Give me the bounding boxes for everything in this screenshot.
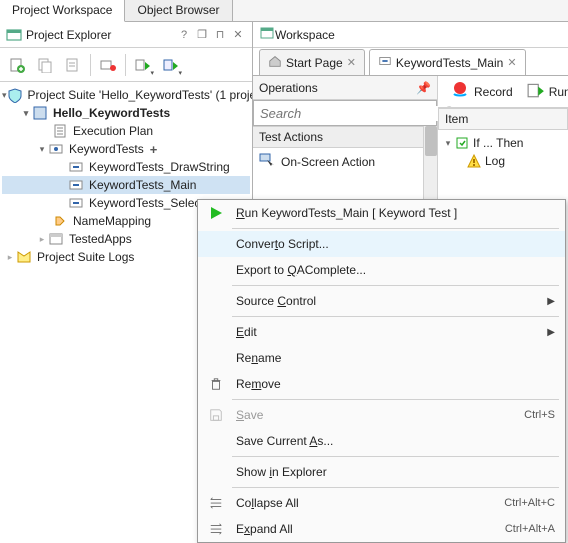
explorer-icon	[6, 27, 22, 43]
record-icon	[450, 80, 470, 103]
pin-button[interactable]: ⊓	[212, 27, 228, 43]
close-tab-icon[interactable]: ✕	[507, 56, 516, 69]
ctx-save-as[interactable]: Save Current As...	[198, 428, 565, 454]
ctx-show-in-explorer[interactable]: Show in Explorer	[198, 459, 565, 485]
workspace-icon	[259, 25, 275, 44]
run-icon	[527, 81, 545, 102]
log-node[interactable]: Log	[442, 152, 564, 170]
ctx-edit[interactable]: Edit▶	[198, 319, 565, 345]
edit-item-button[interactable]	[60, 52, 86, 78]
item-column-header[interactable]: Item	[438, 108, 568, 130]
home-icon	[268, 54, 282, 71]
save-icon	[204, 406, 228, 424]
context-menu: Run KeywordTests_Main [ Keyword Test ] C…	[197, 199, 566, 543]
op-onscreen-action[interactable]: On-Screen Action	[253, 148, 423, 175]
ops-group-header[interactable]: Test Actions	[253, 126, 423, 148]
help-button[interactable]: ?	[176, 27, 192, 43]
tab-project-workspace[interactable]: Project Workspace	[0, 0, 125, 22]
ctx-collapse-all[interactable]: Collapse All Ctrl+Alt+C	[198, 490, 565, 516]
ctx-run[interactable]: Run KeywordTests_Main [ Keyword Test ]	[198, 200, 565, 226]
ctx-export-qacomplete[interactable]: Export to QAComplete...	[198, 257, 565, 283]
run-suite-button[interactable]: ▾	[130, 52, 156, 78]
tab-kwt-main[interactable]: KeywordTests_Main ✕	[369, 49, 526, 75]
ctx-save: Save Ctrl+S	[198, 402, 565, 428]
clone-button[interactable]	[32, 52, 58, 78]
trash-icon	[204, 375, 228, 393]
ctx-rename[interactable]: Rename	[198, 345, 565, 371]
keywordtests-node[interactable]: ▾KeywordTests+	[2, 140, 250, 158]
project-explorer-header: Project Explorer ? ❐ ⊓ ✕	[0, 22, 252, 48]
workspace-header: Workspace	[253, 22, 568, 48]
record-button[interactable]	[95, 52, 121, 78]
ctx-convert-to-script[interactable]: Converto Script...	[198, 231, 565, 257]
ctx-remove[interactable]: Remove	[198, 371, 565, 397]
operations-header: Operations 📌	[253, 76, 437, 100]
pin-icon[interactable]: 📌	[416, 81, 431, 95]
expand-icon	[204, 520, 228, 538]
workspace-title: Workspace	[275, 28, 335, 42]
close-panel-button[interactable]: ✕	[230, 27, 246, 43]
run-button[interactable]: Run	[523, 79, 568, 104]
restore-button[interactable]: ❐	[194, 27, 210, 43]
project-node[interactable]: ▾Hello_KeywordTests	[2, 104, 250, 122]
ctx-expand-all[interactable]: Expand All Ctrl+Alt+A	[198, 516, 565, 542]
execution-plan-node[interactable]: Execution Plan	[2, 122, 250, 140]
add-kwt-icon[interactable]: +	[150, 142, 158, 157]
search-input[interactable]	[260, 106, 438, 121]
kwt-drawstring-node[interactable]: KeywordTests_DrawString	[2, 158, 250, 176]
close-tab-icon[interactable]: ✕	[347, 56, 356, 69]
kwt-icon	[378, 54, 392, 71]
explorer-toolbar: ▾ ▾	[0, 48, 252, 82]
project-explorer-title: Project Explorer	[26, 28, 176, 42]
add-item-button[interactable]	[4, 52, 30, 78]
cursor-icon	[259, 152, 275, 171]
ctx-source-control[interactable]: Source Control▶	[198, 288, 565, 314]
run-project-button[interactable]: ▾	[158, 52, 184, 78]
collapse-icon	[204, 494, 228, 512]
submenu-arrow-icon: ▶	[547, 327, 555, 338]
tab-start-page[interactable]: Start Page ✕	[259, 49, 365, 75]
operations-search[interactable]: 🔍	[253, 100, 437, 126]
submenu-arrow-icon: ▶	[547, 296, 555, 307]
if-then-node[interactable]: ▾If ... Then	[442, 134, 564, 152]
record-button[interactable]: Record	[446, 78, 517, 105]
suite-node[interactable]: ▾Project Suite 'Hello_KeywordTests' (1 p…	[2, 86, 250, 104]
play-icon	[204, 204, 228, 222]
kwt-main-node[interactable]: KeywordTests_Main	[2, 176, 250, 194]
tab-object-browser[interactable]: Object Browser	[125, 0, 232, 21]
